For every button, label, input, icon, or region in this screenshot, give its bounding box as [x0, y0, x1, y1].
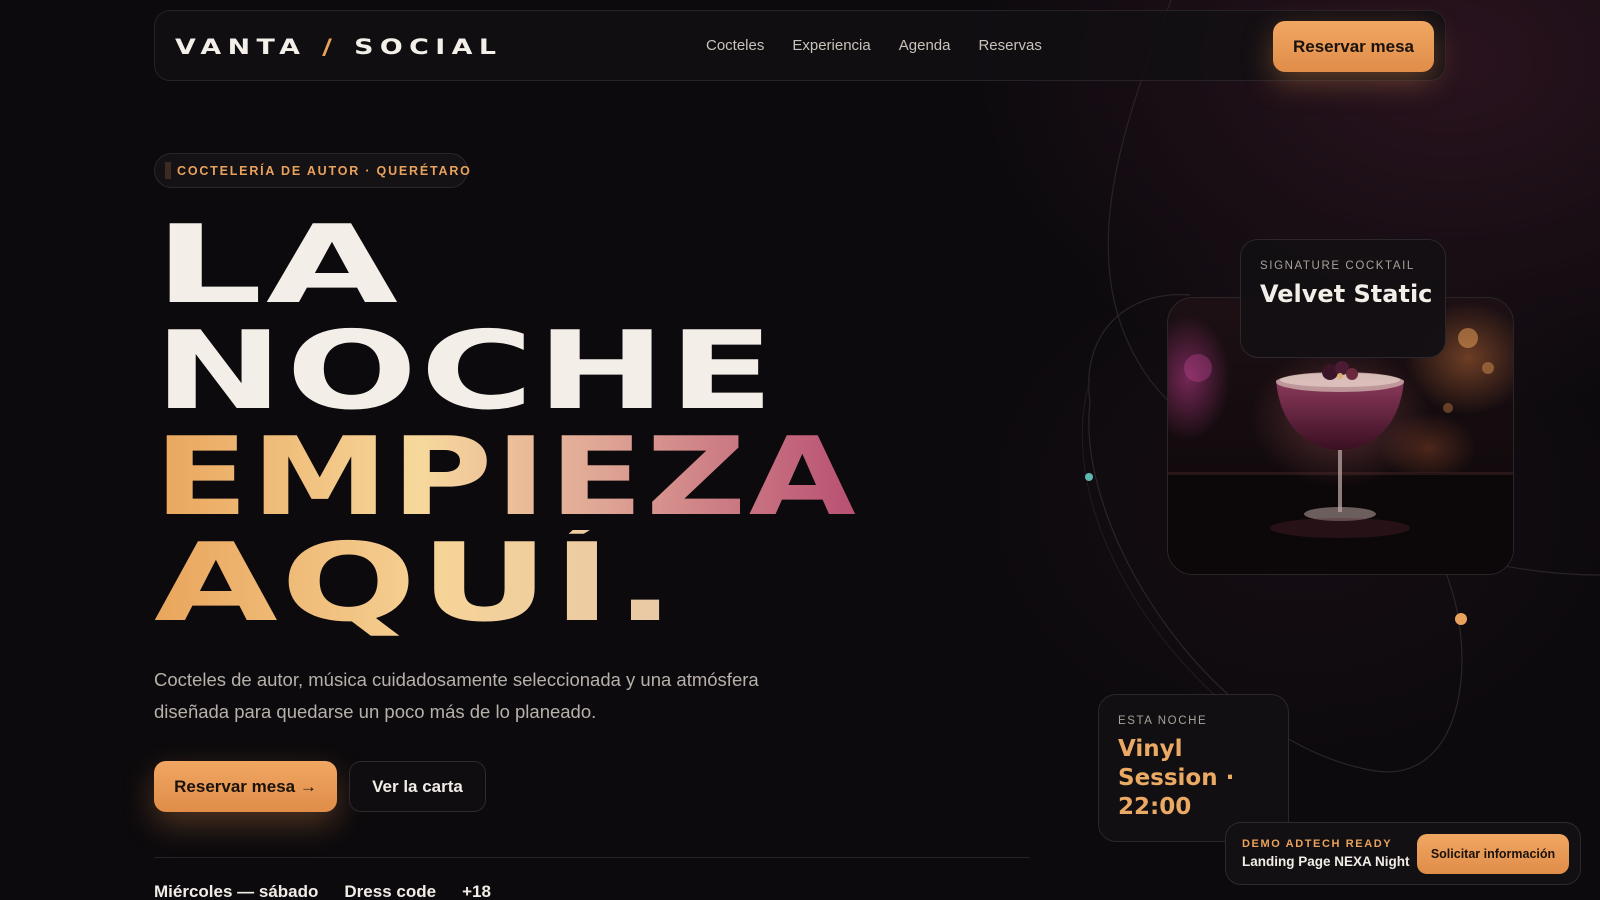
logo-slash: /	[322, 35, 339, 59]
nav-link-cocteles[interactable]: Cocteles	[706, 37, 764, 54]
meta-days: Miércoles — sábado	[154, 882, 319, 900]
signature-title: Velvet Static	[1260, 280, 1433, 308]
reserve-table-button[interactable]: Reservar mesa →	[154, 761, 337, 812]
hero-description: Cocteles de autor, música cuidadosamente…	[154, 669, 759, 722]
tonight-label: ESTA NOCHE	[1118, 715, 1208, 727]
signature-cocktail-card[interactable]: SIGNATURE COCKTAIL Velvet Static	[1240, 239, 1446, 358]
demo-banner: DEMO ADTECH READY Landing Page NEXA Nigh…	[1225, 822, 1581, 885]
headline-line-4: AQUÍ.	[154, 521, 679, 646]
tonight-title: Vinyl Session · 22:00	[1118, 736, 1235, 820]
hero-divider	[154, 857, 1030, 858]
location-badge: COCTELERÍA DE AUTOR · QUERÉTARO	[154, 153, 470, 188]
landing-page: VANTA / SOCIAL Cocteles Experiencia Agen…	[0, 0, 1600, 900]
orbit-dot-teal	[1085, 473, 1093, 481]
headline-line-2: NOCHE	[154, 309, 777, 434]
demo-kicker: DEMO ADTECH READY	[1242, 838, 1393, 850]
demo-title: Landing Page NEXA Night	[1242, 854, 1410, 869]
meta-dress-code: Dress code	[344, 882, 437, 900]
orbit-dot-amber	[1455, 613, 1467, 625]
nav-reserve-button[interactable]: Reservar mesa	[1273, 21, 1434, 72]
nav-links: Cocteles Experiencia Agenda Reservas	[706, 37, 1042, 54]
nav-link-agenda[interactable]: Agenda	[899, 37, 951, 54]
nav-link-reservas[interactable]: Reservas	[978, 37, 1041, 54]
top-navbar: VANTA / SOCIAL Cocteles Experiencia Agen…	[154, 10, 1446, 81]
tonight-event-card[interactable]: ESTA NOCHE Vinyl Session · 22:00	[1098, 694, 1289, 842]
brand-logo[interactable]: VANTA / SOCIAL	[175, 35, 502, 59]
logo-word-social: SOCIAL	[354, 35, 503, 59]
request-info-button[interactable]: Solicitar información	[1417, 834, 1569, 874]
nav-link-experiencia[interactable]: Experiencia	[792, 37, 870, 54]
badge-text: COCTELERÍA DE AUTOR · QUERÉTARO	[177, 163, 472, 178]
logo-word-vanta: VANTA	[175, 35, 307, 59]
view-menu-button[interactable]: Ver la carta	[349, 761, 486, 812]
meta-age: +18	[462, 882, 491, 900]
headline-line-3: EMPIEZA	[154, 415, 859, 540]
hero-meta: Miércoles — sábado Dress code +18	[154, 882, 491, 900]
headline-line-1: LA	[154, 203, 402, 328]
signature-label: SIGNATURE COCKTAIL	[1260, 260, 1415, 272]
